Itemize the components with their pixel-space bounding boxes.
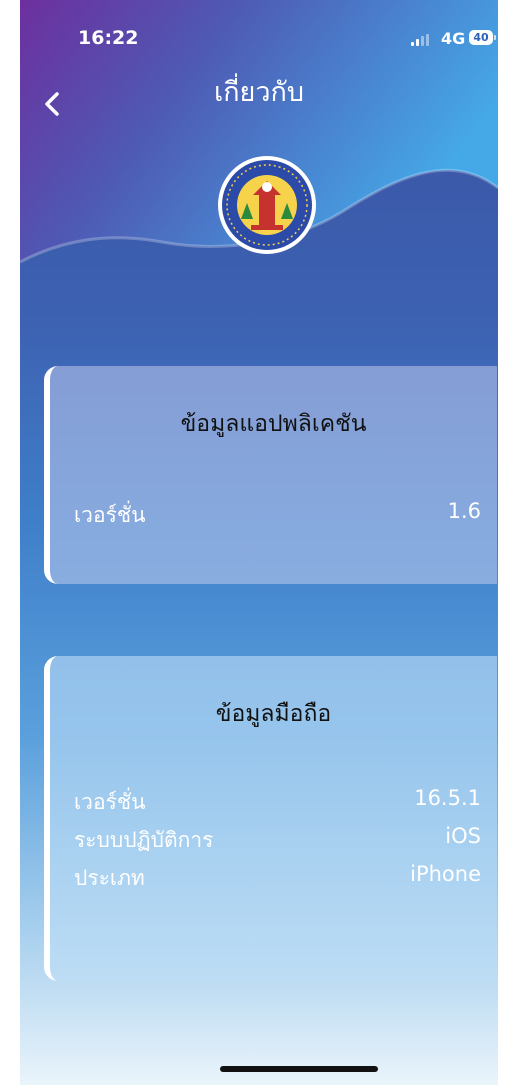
device-info-card: ข้อมูลมือถือ เวอร์ชั่น 16.5.1 ระบบปฏิบัต… <box>44 656 497 981</box>
os-value: iOS <box>445 824 481 848</box>
os-row: ระบบปฏิบัติการ iOS <box>74 824 481 857</box>
app-info-card: ข้อมูลแอปพลิเคชัน เวอร์ชั่น 1.6 <box>44 366 497 584</box>
os-label: ระบบปฏิบัติการ <box>74 828 214 852</box>
organization-logo <box>218 156 316 254</box>
battery-tip <box>494 35 496 40</box>
app-version-row: เวอร์ชั่น 1.6 <box>74 499 481 532</box>
page-title: เกี่ยวกับ <box>213 77 305 108</box>
app-screen: 16:22 4G 40 เกี่ยวกับ ข้อมูลแอปพลิเคชัน … <box>20 0 498 1085</box>
device-version-label: เวอร์ชั่น <box>74 790 146 814</box>
device-type-value: iPhone <box>410 862 481 886</box>
device-type-label: ประเภท <box>74 866 145 890</box>
network-type: 4G <box>441 29 466 48</box>
device-version-value: 16.5.1 <box>414 786 481 810</box>
device-info-title: ข้อมูลมือถือ <box>215 701 332 727</box>
app-info-title: ข้อมูลแอปพลิเคชัน <box>180 411 367 437</box>
battery-icon: 40 <box>469 30 493 45</box>
device-version-row: เวอร์ชั่น 16.5.1 <box>74 786 481 819</box>
status-time: 16:22 <box>78 27 139 49</box>
signal-icon <box>411 34 429 46</box>
app-version-label: เวอร์ชั่น <box>74 503 146 527</box>
device-type-row: ประเภท iPhone <box>74 862 481 895</box>
home-indicator[interactable] <box>220 1066 378 1072</box>
app-version-value: 1.6 <box>447 499 481 523</box>
